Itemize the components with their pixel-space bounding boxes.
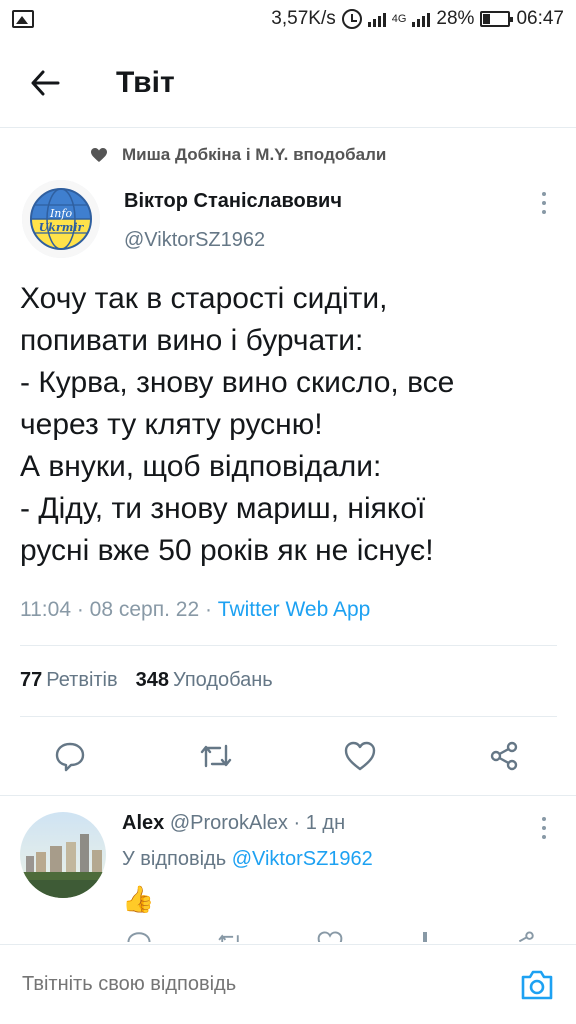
tweet-date: 08 серп. 22 (89, 598, 200, 621)
share-icon[interactable] (510, 930, 536, 942)
reply-composer (0, 944, 576, 1024)
stats-icon[interactable] (418, 930, 432, 942)
svg-text:Info: Info (49, 207, 73, 220)
status-bar: 3,57K/s 4G 28% 06:47 (0, 0, 576, 38)
reply-header: Alex @ProrokAlex · 1 дн (122, 812, 346, 834)
camera-button[interactable] (516, 965, 558, 1005)
tweet-stats: 77 Ретвітів 348 Уподобань (20, 669, 273, 692)
alarm-icon (341, 9, 362, 29)
likes-label: Уподобань (173, 669, 273, 691)
reply-author-handle[interactable]: @ProrokAlex (170, 812, 288, 834)
reply-age: 1 дн (305, 812, 346, 834)
reply-avatar[interactable] (20, 812, 106, 898)
retweet-icon[interactable] (216, 930, 244, 942)
reply-author-name[interactable]: Alex (122, 812, 164, 834)
network-speed: 3,57K/s (271, 8, 336, 29)
divider (20, 645, 557, 646)
likes-count: 348 (135, 669, 170, 691)
tweet-time: 11:04 (20, 598, 71, 621)
tweet-text: Хочу так в старості сидіти, попивати вин… (20, 282, 455, 567)
city-skyline-image (20, 812, 106, 898)
reply-to-prefix: У відповідь (122, 848, 227, 870)
camera-icon (521, 970, 553, 1000)
more-options-button[interactable] (534, 190, 554, 216)
back-button[interactable] (0, 38, 90, 128)
network-type: 4G (391, 13, 407, 25)
retweet-button[interactable] (188, 728, 244, 784)
app-header: Твіт (0, 38, 576, 128)
arrow-left-icon (31, 70, 60, 95)
logo-globe-icon: Info Ukrmir (22, 180, 100, 258)
battery-icon (480, 11, 514, 27)
tweet-actions (0, 728, 576, 784)
heart-icon (91, 148, 107, 162)
svg-text:Ukrmir: Ukrmir (39, 221, 85, 234)
reply-actions (122, 930, 542, 942)
share-button[interactable] (476, 728, 532, 784)
reply-to-mention[interactable]: @ViktorSZ1962 (232, 848, 373, 870)
signal-icon (367, 11, 386, 27)
like-icon (344, 741, 376, 771)
divider (20, 716, 557, 717)
signal-icon-2 (412, 11, 431, 27)
retweets-stat[interactable]: 77 Ретвітів (20, 669, 118, 692)
share-icon (490, 741, 518, 771)
clock: 06:47 (516, 8, 564, 29)
retweet-icon (200, 744, 232, 768)
tweet-source-link[interactable]: Twitter Web App (218, 598, 371, 621)
reply-input[interactable] (22, 973, 462, 996)
author-avatar[interactable]: Info Ukrmir (22, 180, 100, 258)
reply-button[interactable] (42, 728, 98, 784)
like-icon[interactable] (316, 930, 344, 942)
reply-text: 👍 (122, 884, 155, 914)
likes-stat[interactable]: 348 Уподобань (136, 669, 273, 692)
retweets-count: 77 (20, 669, 43, 691)
social-context[interactable]: Миша Добкіна і M.Y. вподобали (90, 145, 386, 165)
like-button[interactable] (332, 728, 388, 784)
author-name[interactable]: Віктор Станіславович (124, 190, 342, 213)
divider (0, 795, 576, 796)
reply-icon[interactable] (126, 930, 152, 942)
tweet-timestamp: 11:04 · 08 серп. 22 · Twitter Web App (20, 598, 371, 621)
page-title: Твіт (116, 65, 175, 99)
retweets-label: Ретвітів (46, 669, 118, 691)
reply-to-line: У відповідь @ViktorSZ1962 (122, 848, 373, 871)
image-icon (12, 10, 34, 28)
liked-by-text: Миша Добкіна і M.Y. вподобали (122, 145, 387, 164)
battery-percent: 28% (436, 8, 475, 29)
reply-more-options-button[interactable] (534, 815, 554, 841)
author-handle[interactable]: @ViktorSZ1962 (124, 229, 265, 252)
reply-icon (55, 742, 85, 772)
